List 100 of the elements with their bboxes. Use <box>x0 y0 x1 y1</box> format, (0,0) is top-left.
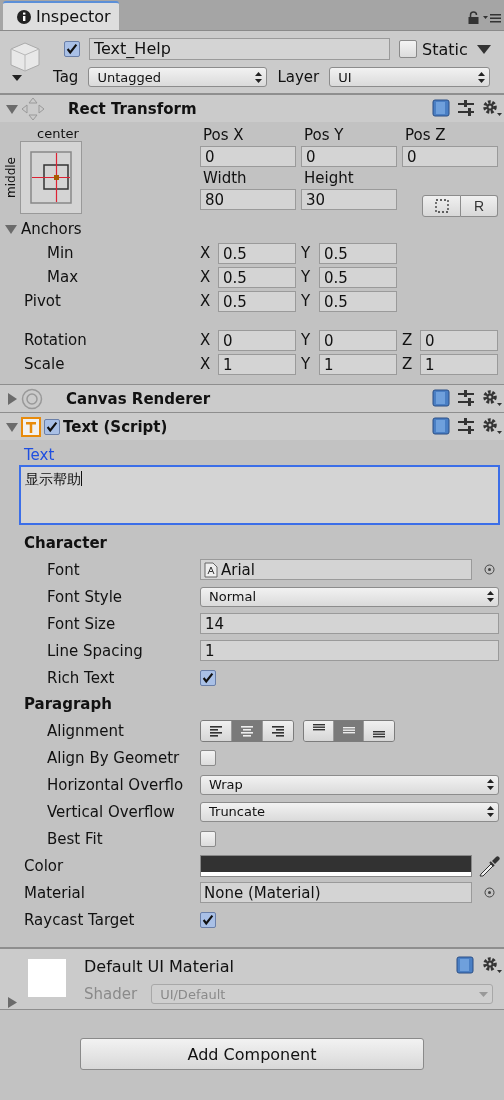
component-title: Text (Script) <box>63 417 168 436</box>
number-field[interactable]: 0 <box>420 329 498 351</box>
name-field[interactable]: Text_Help <box>89 38 390 60</box>
field-label: Pos X <box>202 126 245 144</box>
updown-arrows-icon <box>478 71 486 83</box>
align-button[interactable] <box>201 720 232 741</box>
enabled-checkbox[interactable] <box>44 418 60 435</box>
anchor-label: middle <box>4 157 18 198</box>
align-lines-icon <box>271 724 285 737</box>
expanded-arrow-icon[interactable] <box>5 223 17 235</box>
number-field[interactable]: 30 <box>301 189 397 210</box>
axis-label: X <box>200 355 212 373</box>
field-label: Alignment <box>46 721 125 740</box>
target-icon[interactable] <box>484 564 495 575</box>
alignment-button-group[interactable] <box>200 719 294 742</box>
field-label: Horizontal Overflo <box>46 775 185 794</box>
sliders-icon[interactable] <box>458 418 474 434</box>
eyedropper-icon[interactable] <box>478 854 500 877</box>
axis-label: Z <box>402 355 414 373</box>
number-field[interactable]: 0 <box>319 329 397 351</box>
number-field[interactable]: 0.5 <box>319 242 397 264</box>
axis-label: X <box>200 268 212 286</box>
axis-label: Y <box>301 331 312 349</box>
updown-arrows-icon <box>487 779 494 790</box>
settings-icon[interactable] <box>482 956 502 974</box>
collapsed-arrow-icon[interactable] <box>6 392 18 405</box>
material-swatch <box>28 959 66 997</box>
align-lines-icon <box>312 723 325 731</box>
field-label: Min <box>46 244 75 262</box>
checkbox[interactable] <box>200 830 216 847</box>
layer-dropdown[interactable]: UI <box>329 67 491 87</box>
input-field[interactable]: 14 <box>200 613 499 634</box>
align-button[interactable] <box>304 720 334 741</box>
number-field[interactable]: 0.5 <box>218 242 296 264</box>
axis-label: Y <box>301 355 312 373</box>
info-icon <box>17 9 31 24</box>
raw-edit-button[interactable]: R <box>461 195 498 217</box>
number-field[interactable]: 0.5 <box>319 266 397 288</box>
sliders-icon[interactable] <box>458 390 474 406</box>
text-icon <box>21 416 41 437</box>
field-label: Align By Geometr <box>46 748 181 767</box>
updown-arrows-icon <box>487 591 494 602</box>
color-field[interactable] <box>200 854 472 877</box>
target-icon[interactable] <box>484 887 495 898</box>
active-checkbox[interactable] <box>64 41 80 57</box>
blueprint-button[interactable] <box>422 195 461 217</box>
number-field[interactable]: 0 <box>402 146 498 167</box>
alignment-button-group[interactable] <box>303 719 395 742</box>
expanded-arrow-icon[interactable] <box>6 102 18 115</box>
expanded-arrow-icon[interactable] <box>6 420 18 433</box>
align-button[interactable] <box>364 720 394 741</box>
checkbox[interactable] <box>200 669 216 686</box>
anchor-preset-icon[interactable] <box>20 141 82 214</box>
settings-icon[interactable] <box>482 417 502 435</box>
object-field[interactable]: None (Material) <box>200 882 472 903</box>
add-component-button[interactable]: Add Component <box>80 1038 424 1070</box>
settings-icon[interactable] <box>482 99 502 117</box>
anchors-label[interactable]: Anchors <box>21 220 82 238</box>
object-field[interactable]: Arial <box>200 559 472 580</box>
number-field[interactable]: 0 <box>218 329 296 351</box>
number-field[interactable]: 1 <box>319 353 397 375</box>
text-area[interactable]: 显示帮助 <box>20 466 499 524</box>
dropdown[interactable]: Truncate <box>200 801 499 822</box>
shader-label: Shader <box>84 985 138 1003</box>
number-field[interactable]: 80 <box>200 189 296 210</box>
number-field[interactable]: 0.5 <box>319 290 397 312</box>
static-checkbox[interactable] <box>399 40 417 58</box>
checkbox[interactable] <box>200 749 216 766</box>
number-field[interactable]: 0.5 <box>218 290 296 312</box>
align-lines-icon <box>209 724 223 737</box>
sliders-icon[interactable] <box>458 100 474 116</box>
caret-icon[interactable] <box>476 44 491 54</box>
dashed-square-icon <box>434 199 449 213</box>
tag-dropdown[interactable]: Untagged <box>88 67 268 87</box>
component-title: Canvas Renderer <box>66 389 211 408</box>
field-label: Material <box>23 883 86 902</box>
field-label: Pivot <box>23 292 62 310</box>
checkbox[interactable] <box>200 911 216 928</box>
menu-icon[interactable] <box>483 12 501 23</box>
number-field[interactable]: 0 <box>200 146 296 167</box>
field-label: Font <box>46 560 81 579</box>
collapsed-arrow-icon[interactable] <box>8 997 17 1008</box>
dropdown[interactable]: Wrap <box>200 774 499 795</box>
axis-label: X <box>200 292 212 310</box>
number-field[interactable]: 1 <box>420 353 498 375</box>
number-field[interactable]: 0.5 <box>218 266 296 288</box>
field-label: Raycast Target <box>23 910 136 929</box>
input-field[interactable]: 1 <box>200 640 499 661</box>
text-label: Text <box>23 445 56 464</box>
settings-icon[interactable] <box>482 389 502 407</box>
inspector-tab[interactable]: Inspector <box>3 1 119 30</box>
lock-icon[interactable] <box>468 11 479 24</box>
axis-label: Y <box>301 268 312 286</box>
align-button[interactable] <box>263 720 293 741</box>
axis-label: Z <box>402 331 414 349</box>
field-label: Font Style <box>46 587 124 606</box>
number-field[interactable]: 1 <box>218 353 296 375</box>
number-field[interactable]: 0 <box>301 146 397 167</box>
dropdown[interactable]: Normal <box>200 586 499 607</box>
caret-icon <box>479 991 489 997</box>
